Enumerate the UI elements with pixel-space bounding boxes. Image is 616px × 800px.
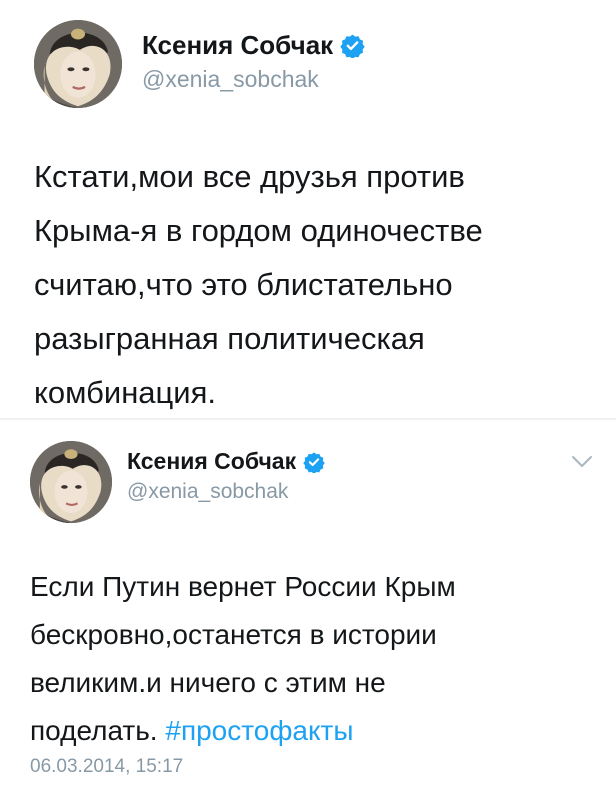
- tweet-card[interactable]: Ксения Собчак @xenia_sobchak Если Путин …: [0, 420, 616, 800]
- author-display-name[interactable]: Ксения Собчак: [127, 448, 296, 475]
- avatar[interactable]: [34, 20, 122, 108]
- chevron-down-icon[interactable]: [570, 454, 594, 470]
- tweet-text: Если Путин вернет России Крым бескровно,…: [30, 563, 590, 755]
- tweet-text: Кстати,мои все друзья против Крыма-я в г…: [34, 159, 483, 410]
- avatar-photo-icon: [30, 441, 112, 523]
- avatar-photo-icon: [34, 20, 122, 108]
- hashtag-link[interactable]: #простофакты: [165, 715, 353, 746]
- verified-badge-icon: [340, 33, 365, 58]
- author-display-name[interactable]: Ксения Собчак: [142, 30, 333, 61]
- author-handle[interactable]: @xenia_sobchak: [127, 480, 288, 504]
- tweet-timestamp[interactable]: 06.03.2014, 15:17: [30, 756, 183, 778]
- verified-badge-icon: [303, 451, 325, 473]
- author-name-row[interactable]: Ксения Собчак: [142, 30, 365, 61]
- tweet-card[interactable]: Ксения Собчак @xenia_sobchak Кстати,мои …: [0, 0, 616, 420]
- author-name-row[interactable]: Ксения Собчак: [127, 448, 325, 475]
- author-handle[interactable]: @xenia_sobchak: [142, 66, 319, 93]
- avatar[interactable]: [30, 441, 112, 523]
